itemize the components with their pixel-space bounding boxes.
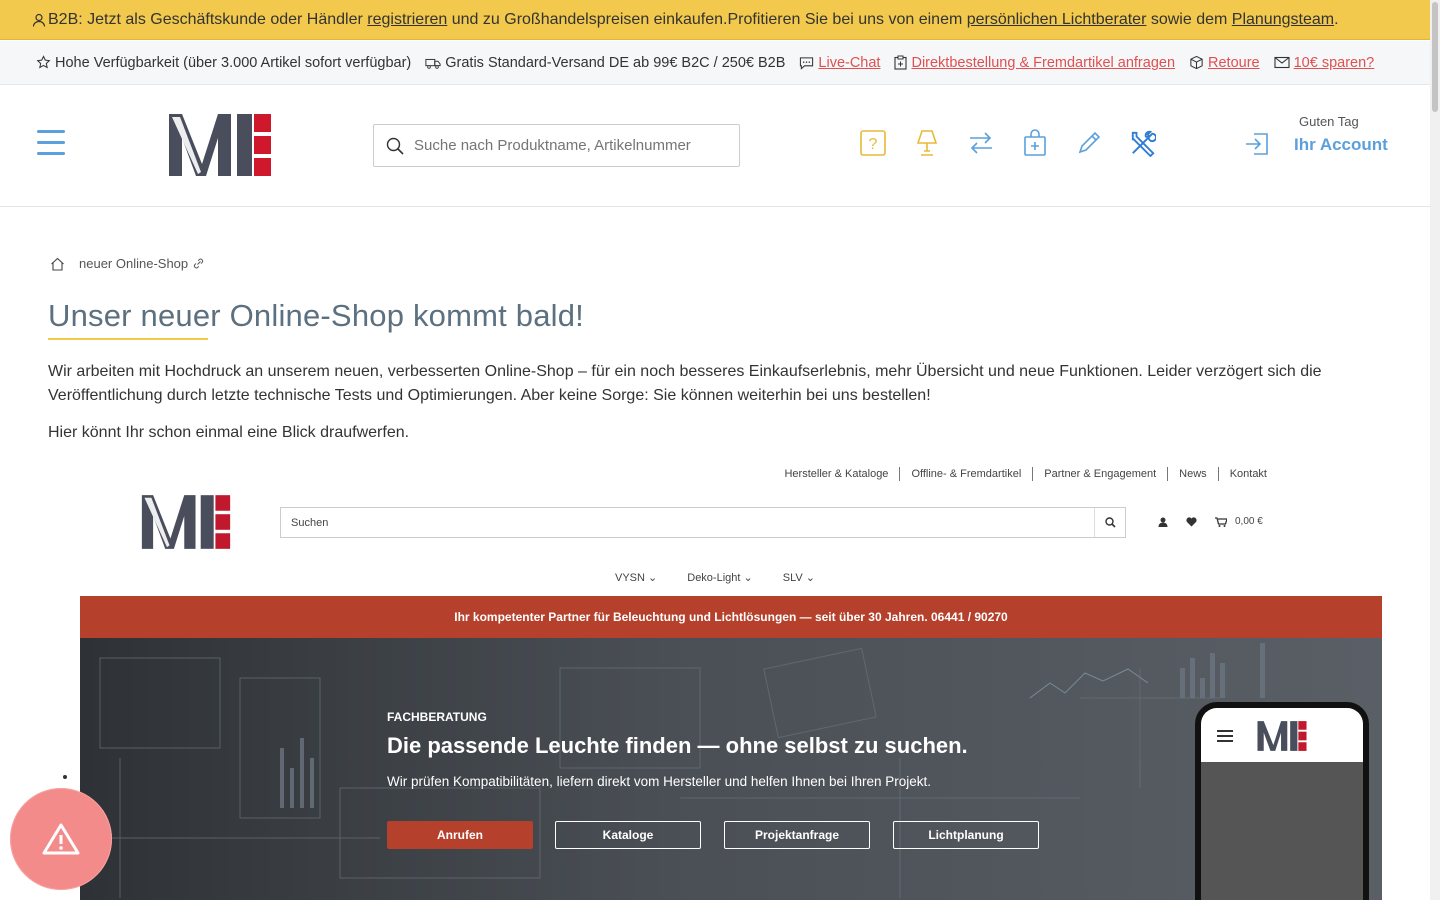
breadcrumb-current: neuer Online-Shop <box>79 256 189 271</box>
preview-lightplanning-button: Lichtplanung <box>893 821 1039 849</box>
planning-team-link[interactable]: Planungsteam <box>1232 11 1334 29</box>
site-header: ? Guten Tag Ihr Account <box>0 86 1430 207</box>
preview-cart-icon <box>1215 516 1227 527</box>
phone-menu-icon <box>1217 730 1233 742</box>
preview-hero: FACHBERATUNG Die passende Leuchte finden… <box>80 638 1382 900</box>
scrollbar-thumb[interactable] <box>1432 2 1438 112</box>
intro-paragraph: Wir arbeiten mit Hochdruck an unserem ne… <box>48 363 1322 404</box>
page-scrollbar[interactable] <box>1430 0 1440 900</box>
usp-availability: Hohe Verfügbarkeit (über 3.000 Artikel s… <box>36 55 411 71</box>
preview-search-icon <box>1094 508 1125 537</box>
b2b-text-suffix: . <box>1334 10 1339 28</box>
preview-cart-total: 0,00 € <box>1235 516 1263 527</box>
preview-header-icons: 0,00 € <box>1158 516 1263 527</box>
home-icon[interactable] <box>50 257 65 271</box>
phone-logo <box>1257 721 1307 751</box>
hero-subtitle: Wir prüfen Kompatibilitäten, liefern dir… <box>387 774 932 789</box>
header-icons: ? <box>860 128 1184 158</box>
link-icon[interactable] <box>193 258 204 269</box>
preview-search: Suchen <box>280 507 1126 538</box>
preview-menu-label: VYSN <box>615 572 645 584</box>
mail-icon <box>1274 56 1290 69</box>
preview-hint: Hier könnt Ihr schon einmal eine Blick d… <box>48 424 410 441</box>
usp-bar: Hohe Verfügbarkeit (über 3.000 Artikel s… <box>0 41 1430 85</box>
shop-preview-image: Hersteller & Kataloge Offline- & Fremdar… <box>80 458 1382 900</box>
greeting-text: Guten Tag <box>1299 114 1359 129</box>
site-logo[interactable] <box>168 112 272 183</box>
account-link[interactable]: Ihr Account <box>1294 135 1388 155</box>
warning-button[interactable] <box>10 788 112 890</box>
preview-menu-item: VYSN ⌄ <box>615 572 658 584</box>
livechat-link[interactable]: Live-Chat <box>818 55 880 71</box>
user-icon <box>32 13 46 27</box>
preview-menu-item: Deko-Light ⌄ <box>687 572 753 584</box>
search-icon <box>386 137 404 155</box>
search-input[interactable] <box>412 136 716 155</box>
usp-save[interactable]: 10€ sparen? <box>1274 55 1375 71</box>
compare-icon[interactable] <box>968 128 994 158</box>
preview-menu-label: Deko-Light <box>687 572 741 584</box>
warning-icon <box>42 823 80 855</box>
usp-shipping: Gratis Standard-Versand DE ab 99€ B2C / … <box>425 55 785 71</box>
star-icon <box>36 55 51 69</box>
preview-nav-item: Partner & Engagement <box>1033 467 1169 481</box>
title-underline <box>48 338 208 340</box>
cart-bag-icon[interactable] <box>1022 128 1048 158</box>
help-icon[interactable]: ? <box>860 128 886 158</box>
preview-project-button: Projektanfrage <box>724 821 870 849</box>
preview-heart-icon <box>1186 516 1197 526</box>
preview-search-placeholder: Suchen <box>291 516 329 529</box>
hero-title: Die passende Leuchte finden — ohne selbs… <box>387 733 968 758</box>
save-link[interactable]: 10€ sparen? <box>1294 55 1375 71</box>
chat-icon <box>800 56 814 70</box>
truck-icon <box>425 58 441 69</box>
preview-nav-item: News <box>1168 467 1219 481</box>
pencil-icon[interactable] <box>1076 128 1102 158</box>
preview-nav-item: Offline- & Fremdartikel <box>900 467 1034 481</box>
b2b-text-middle: und zu Großhandelspreisen einkaufen.Prof… <box>447 10 967 28</box>
advisor-link[interactable]: persönlichen Lichtberater <box>967 11 1147 29</box>
usp-return[interactable]: Retoure <box>1189 55 1260 71</box>
preview-nav-item: Hersteller & Kataloge <box>773 467 901 481</box>
b2b-text-prefix: B2B: Jetzt als Geschäftskunde oder Händl… <box>48 10 368 28</box>
register-link[interactable]: registrieren <box>367 11 447 29</box>
preview-menu: VYSN ⌄ Deko-Light ⌄ SLV ⌄ <box>615 571 845 584</box>
tools-icon[interactable] <box>1130 128 1156 158</box>
usp-livechat[interactable]: Live-Chat <box>799 55 880 71</box>
login-icon[interactable] <box>1244 132 1270 156</box>
return-link[interactable]: Retoure <box>1208 55 1260 71</box>
preview-top-nav: Hersteller & Kataloge Offline- & Fremdar… <box>773 467 1278 481</box>
phone-mockup <box>1195 702 1369 900</box>
menu-burger-icon[interactable] <box>37 130 65 156</box>
preview-red-banner: Ihr kompetenter Partner für Beleuchtung … <box>80 596 1382 638</box>
svg-text:?: ? <box>869 136 878 153</box>
preview-user-icon <box>1158 517 1168 527</box>
breadcrumb: neuer Online-Shop <box>50 256 204 271</box>
page-title: Unser neuer Online-Shop kommt bald! <box>48 298 584 333</box>
preview-nav-item: Kontakt <box>1229 468 1267 480</box>
preview-menu-label: SLV <box>782 572 803 584</box>
preview-call-button: Anrufen <box>387 821 533 849</box>
b2b-text-middle2: sowie dem <box>1146 10 1232 28</box>
preview-menu-item: SLV ⌄ <box>782 572 815 584</box>
box-icon <box>1190 55 1203 70</box>
shipping-text: Gratis Standard-Versand DE ab 99€ B2C / … <box>445 54 786 71</box>
availability-text: Hohe Verfügbarkeit (über 3.000 Artikel s… <box>55 54 412 71</box>
usp-direct-order[interactable]: Direktbestellung & Fremdartikel anfragen <box>894 55 1175 71</box>
preview-catalogs-button: Kataloge <box>555 821 701 849</box>
direct-order-link[interactable]: Direktbestellung & Fremdartikel anfragen <box>911 55 1175 71</box>
preview-logo <box>141 493 231 556</box>
header-search[interactable] <box>373 124 740 167</box>
lamp-icon[interactable] <box>914 128 940 158</box>
b2b-banner: B2B: Jetzt als Geschäftskunde oder Händl… <box>0 0 1430 40</box>
hero-tag: FACHBERATUNG <box>387 710 487 724</box>
hero-background <box>80 638 1382 900</box>
bullet-dot <box>63 775 67 779</box>
clipboard-icon <box>894 55 908 70</box>
